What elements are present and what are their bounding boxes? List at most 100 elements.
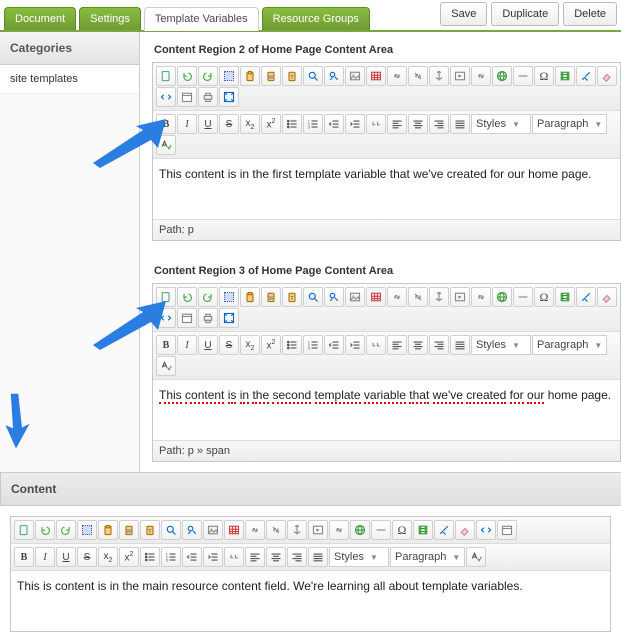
redo-button[interactable] bbox=[198, 66, 218, 86]
paragraph-select[interactable]: Paragraph▼ bbox=[390, 547, 465, 567]
anchor-button[interactable] bbox=[429, 287, 449, 307]
char-button[interactable]: Ω bbox=[392, 520, 412, 540]
sup-button[interactable]: x2 bbox=[261, 335, 281, 355]
globe-button[interactable] bbox=[350, 520, 370, 540]
date-button[interactable] bbox=[177, 308, 197, 328]
unlink-button[interactable] bbox=[408, 287, 428, 307]
fullscreen-button[interactable] bbox=[219, 87, 239, 107]
image-button[interactable] bbox=[203, 520, 223, 540]
ul-button[interactable] bbox=[140, 547, 160, 567]
print-button[interactable] bbox=[198, 87, 218, 107]
paragraph-select[interactable]: Paragraph▼ bbox=[532, 114, 607, 134]
code-button[interactable] bbox=[476, 520, 496, 540]
link-button[interactable] bbox=[387, 66, 407, 86]
selectall-button[interactable] bbox=[219, 287, 239, 307]
print-button[interactable] bbox=[198, 308, 218, 328]
eraser-button[interactable] bbox=[455, 520, 475, 540]
right-button[interactable] bbox=[287, 547, 307, 567]
link-button[interactable] bbox=[471, 66, 491, 86]
link-button[interactable] bbox=[471, 287, 491, 307]
ol-button[interactable]: 123 bbox=[303, 335, 323, 355]
undo-button[interactable] bbox=[35, 520, 55, 540]
italic-button[interactable]: I bbox=[177, 114, 197, 134]
center-button[interactable] bbox=[408, 114, 428, 134]
sub-button[interactable]: x2 bbox=[98, 547, 118, 567]
media-button[interactable] bbox=[450, 287, 470, 307]
replace-button[interactable] bbox=[324, 66, 344, 86]
underline-button[interactable]: U bbox=[198, 114, 218, 134]
tab-settings[interactable]: Settings bbox=[79, 7, 141, 30]
link-button[interactable] bbox=[329, 520, 349, 540]
globe-button[interactable] bbox=[492, 66, 512, 86]
brush-button[interactable] bbox=[576, 287, 596, 307]
fullscreen-button[interactable] bbox=[219, 308, 239, 328]
pasteword-button[interactable]: W bbox=[119, 520, 139, 540]
outdent-button[interactable] bbox=[324, 114, 344, 134]
editor-body[interactable]: This content is in the second template v… bbox=[153, 380, 620, 440]
underline-button[interactable]: U bbox=[56, 547, 76, 567]
center-button[interactable] bbox=[408, 335, 428, 355]
pasteword-button[interactable]: W bbox=[261, 287, 281, 307]
ol-button[interactable]: 123 bbox=[303, 114, 323, 134]
redo-button[interactable] bbox=[56, 520, 76, 540]
image-button[interactable] bbox=[345, 66, 365, 86]
hr-button[interactable] bbox=[371, 520, 391, 540]
justify-button[interactable] bbox=[450, 335, 470, 355]
anchor-button[interactable] bbox=[287, 520, 307, 540]
pastetext-button[interactable]: T bbox=[282, 66, 302, 86]
styles-select[interactable]: Styles▼ bbox=[471, 335, 531, 355]
ul-button[interactable] bbox=[282, 114, 302, 134]
film-button[interactable] bbox=[555, 287, 575, 307]
left-button[interactable] bbox=[387, 114, 407, 134]
newdoc-button[interactable] bbox=[156, 66, 176, 86]
tab-resource-groups[interactable]: Resource Groups bbox=[262, 7, 370, 30]
italic-button[interactable]: I bbox=[177, 335, 197, 355]
date-button[interactable] bbox=[497, 520, 517, 540]
quote-button[interactable] bbox=[366, 335, 386, 355]
media-button[interactable] bbox=[450, 66, 470, 86]
center-button[interactable] bbox=[266, 547, 286, 567]
paragraph-select[interactable]: Paragraph▼ bbox=[532, 335, 607, 355]
editor-body[interactable]: This is content is in the main resource … bbox=[11, 571, 610, 631]
film-button[interactable] bbox=[555, 66, 575, 86]
ul-button[interactable] bbox=[282, 335, 302, 355]
film-button[interactable] bbox=[413, 520, 433, 540]
pasteword-button[interactable]: W bbox=[261, 66, 281, 86]
bold-button[interactable]: B bbox=[14, 547, 34, 567]
strike-button[interactable]: S bbox=[77, 547, 97, 567]
tab-template-variables[interactable]: Template Variables bbox=[144, 7, 259, 31]
unlink-button[interactable] bbox=[266, 520, 286, 540]
table-button[interactable] bbox=[224, 520, 244, 540]
italic-button[interactable]: I bbox=[35, 547, 55, 567]
undo-button[interactable] bbox=[177, 66, 197, 86]
indent-button[interactable] bbox=[345, 114, 365, 134]
right-button[interactable] bbox=[429, 114, 449, 134]
link-button[interactable] bbox=[387, 287, 407, 307]
styles-select[interactable]: Styles▼ bbox=[329, 547, 389, 567]
delete-button[interactable]: Delete bbox=[563, 2, 617, 26]
sub-button[interactable]: x2 bbox=[240, 114, 260, 134]
eraser-button[interactable] bbox=[597, 287, 617, 307]
image-button[interactable] bbox=[345, 287, 365, 307]
char-button[interactable]: Ω bbox=[534, 66, 554, 86]
paste-button[interactable] bbox=[98, 520, 118, 540]
redo-button[interactable] bbox=[198, 287, 218, 307]
hr-button[interactable] bbox=[513, 66, 533, 86]
code-button[interactable] bbox=[156, 308, 176, 328]
newdoc-button[interactable] bbox=[14, 520, 34, 540]
newdoc-button[interactable] bbox=[156, 287, 176, 307]
quote-button[interactable] bbox=[224, 547, 244, 567]
media-button[interactable] bbox=[308, 520, 328, 540]
indent-button[interactable] bbox=[203, 547, 223, 567]
sub-button[interactable]: x2 bbox=[240, 335, 260, 355]
table-button[interactable] bbox=[366, 287, 386, 307]
duplicate-button[interactable]: Duplicate bbox=[491, 2, 559, 26]
outdent-button[interactable] bbox=[324, 335, 344, 355]
selectall-button[interactable] bbox=[219, 66, 239, 86]
pastetext-button[interactable]: T bbox=[282, 287, 302, 307]
code-button[interactable] bbox=[156, 87, 176, 107]
find-button[interactable] bbox=[303, 66, 323, 86]
replace-button[interactable] bbox=[182, 520, 202, 540]
sidebar-item-site-templates[interactable]: site templates bbox=[0, 65, 139, 94]
char-button[interactable]: Ω bbox=[534, 287, 554, 307]
